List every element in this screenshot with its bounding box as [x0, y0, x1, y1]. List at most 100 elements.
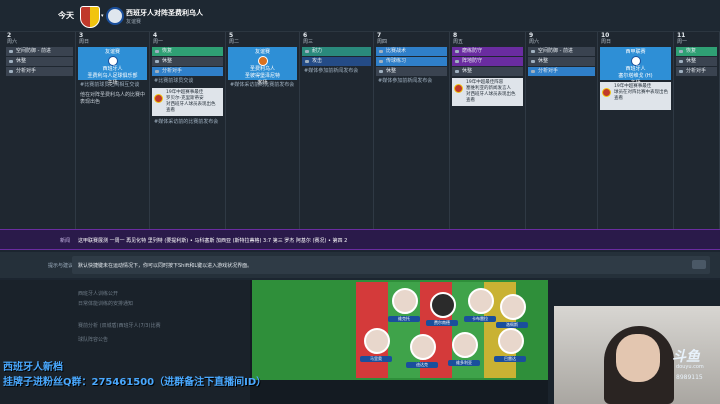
day-number: 3 — [79, 32, 84, 39]
player-label[interactable]: 维克托 — [388, 316, 420, 322]
player-avatar[interactable] — [392, 288, 418, 314]
player-avatar[interactable] — [498, 328, 524, 354]
calendar-note[interactable]: #媒体参加前新闻发布会 — [376, 77, 447, 86]
match-title[interactable]: 西班牙人对阵圣费利乌人 — [126, 8, 203, 18]
training-session-bar[interactable]: 休整 — [376, 67, 447, 76]
match-card-line: 圣费利乌人 — [249, 66, 275, 72]
match-card-line: 圣彼得堡泽尼特 — [244, 73, 280, 79]
calendar-note[interactable]: 他在对阵圣费利乌人的比赛中表现出色 — [78, 91, 147, 107]
training-session-bar[interactable]: 分析对手 — [528, 67, 595, 76]
calendar-note[interactable]: #媒体参加前新闻发布会 — [302, 67, 371, 76]
training-session-bar[interactable]: 分析对手 — [6, 67, 73, 76]
training-session-bar[interactable]: 耐力 — [302, 47, 371, 56]
list-item[interactable]: 日常体能训练的安排通知 — [78, 300, 133, 307]
calendar-note[interactable]: #媒体采访前的比赛前发布会 — [152, 118, 223, 127]
today-label[interactable]: 今天 — [58, 10, 74, 21]
calendar-day-header[interactable]: 5 周二 — [226, 32, 299, 46]
calendar-day-column: 2 周六 空间防御 - 前进 休整 分析对手 — [4, 32, 76, 229]
player-label[interactable]: 马里奥 — [360, 356, 392, 362]
news-ticker[interactable]: 新闻 这甲联赛展测 一周一 再见化特 里列特 (要提利斯) • 马科塞斯 加西亚… — [0, 229, 720, 250]
calendar-day-header[interactable]: 9 周六 — [526, 32, 597, 46]
player-label[interactable]: 费尔南德 — [426, 320, 458, 326]
calendar-day-column: 5 周二 友谊赛 圣费利乌人 圣彼得堡泽尼特 客场 #媒体采访前的比赛前发布会 — [226, 32, 300, 229]
calendar-day-column: 8 周五 磨练防守 阵地防守 休整 19年中超最佳阵容 塞维利亚的新闻发言人 对西班牙人球员表… — [450, 32, 526, 229]
training-session-bar[interactable]: 休整 — [152, 57, 223, 66]
calendar-day-header[interactable]: 11 周一 — [674, 32, 719, 46]
player-label[interactable]: 迪达克 — [406, 362, 438, 368]
calendar-day-header[interactable]: 8 周五 — [450, 32, 525, 46]
calendar-day-header[interactable]: 7 周四 — [374, 32, 449, 46]
calendar-day-header[interactable]: 3 周日 — [76, 32, 149, 46]
list-item[interactable]: 赛前分析 (双城盾)西班牙人(7/3)比赛 — [78, 322, 160, 329]
training-session-bar[interactable]: 分析对手 — [676, 67, 717, 76]
tips-dismiss-button[interactable] — [692, 260, 706, 269]
day-weekday: 周五 — [453, 39, 464, 45]
day-weekday: 周一 — [153, 39, 164, 45]
match-card-line: 圣费利乌人足球俱乐部 — [87, 73, 138, 79]
event-card[interactable]: 19年中超最佳阵容 塞维利亚的新闻发言人 对西班牙人球员表现出色 查看 — [452, 78, 523, 106]
player-label[interactable]: 卡布雷拉 — [464, 316, 496, 322]
training-calendar: 2 周六 空间防御 - 前进 休整 分析对手 3 周日 友谊赛 西班牙人 圣费利乌人足球俱乐部 主场… — [0, 32, 720, 229]
player-label[interactable]: 维多利亚 — [448, 360, 480, 366]
match-card[interactable]: 友谊赛 西班牙人 圣费利乌人足球俱乐部 主场 — [78, 47, 147, 86]
day-weekday: 周日 — [79, 39, 90, 45]
player-avatar[interactable] — [452, 332, 478, 358]
game-screen: 今天 ▾ 西班牙人对阵圣费利乌人 友谊赛 2 周六 空间防御 - 前进 休整 分析对手 3… — [0, 0, 720, 404]
news-ticker-label: 新闻 — [60, 238, 71, 244]
training-session-bar[interactable]: 磨练防守 — [452, 47, 523, 56]
calendar-header: 今天 ▾ 西班牙人对阵圣费利乌人 友谊赛 — [0, 0, 720, 32]
formation-pitch: 维克托 费尔南德 卡布雷拉 洛佩斯 马里奥 迪达克 维多利亚 巴雷达 — [252, 280, 548, 380]
match-card-line: 西班牙人 — [625, 66, 646, 72]
opponent-crest-icon — [106, 7, 124, 25]
training-session-bar[interactable]: 恢复 — [152, 47, 223, 56]
day-weekday: 周二 — [229, 39, 240, 45]
day-number: 10 — [601, 32, 610, 39]
training-session-bar[interactable]: 空间防御 - 前进 — [528, 47, 595, 56]
day-number: 6 — [303, 32, 308, 39]
training-session-bar[interactable]: 攻击 — [302, 57, 371, 66]
training-session-bar[interactable]: 休整 — [452, 67, 523, 76]
player-avatar[interactable] — [430, 292, 456, 318]
training-session-bar[interactable]: 空间防御 - 前进 — [6, 47, 73, 56]
match-card[interactable]: 西甲联赛西班牙人塞尔塔维戈 (H)主场 — [600, 47, 671, 86]
calendar-note[interactable]: #比赛前球员之间相互交谈 — [78, 81, 147, 90]
training-session-bar[interactable]: 阵地防守 — [452, 57, 523, 66]
day-weekday: 周日 — [601, 39, 612, 45]
calendar-day-header[interactable]: 10 周日 — [598, 32, 673, 46]
calendar-note[interactable]: #媒体采访前的比赛前发布会 — [228, 81, 297, 90]
list-item[interactable]: 球队阵容公告 — [78, 336, 108, 343]
streamer-face — [616, 334, 660, 382]
player-label[interactable]: 巴雷达 — [494, 356, 526, 362]
event-card[interactable]: 19年中超赛事最佳 球员在对阵比赛中表现出色 查看 — [600, 82, 671, 110]
calendar-note[interactable]: #比赛前球员交谈 — [152, 77, 223, 86]
event-crest-icon — [454, 84, 463, 93]
platform-logo: 斗鱼 — [672, 349, 700, 365]
event-card[interactable]: 19年中超赛事最佳 罗贝尔-克里斯蒂安 对西班牙人球员表现出色 查看 — [152, 88, 223, 116]
calendar-day-header[interactable]: 4 周一 — [150, 32, 225, 46]
calendar-day-column: 11 周一 恢复 休整 分析对手 — [674, 32, 720, 229]
player-avatar[interactable] — [468, 288, 494, 314]
training-session-bar[interactable]: 比赛战术 — [376, 47, 447, 56]
day-number: 8 — [453, 32, 458, 39]
club-crest-icon — [257, 56, 268, 66]
match-card[interactable]: 友谊赛 圣费利乌人 圣彼得堡泽尼特 客场 — [228, 47, 297, 86]
player-avatar[interactable] — [364, 328, 390, 354]
player-avatar[interactable] — [500, 294, 526, 320]
calendar-day-header[interactable]: 6 周三 — [300, 32, 373, 46]
training-session-bar[interactable]: 休整 — [676, 57, 717, 66]
training-session-bar[interactable]: 休整 — [6, 57, 73, 66]
player-avatar[interactable] — [410, 334, 436, 360]
list-item[interactable]: 西班牙人训练公开 — [78, 290, 118, 297]
training-session-bar[interactable]: 恢复 — [676, 47, 717, 56]
day-number: 7 — [377, 32, 382, 39]
event-card-line: 查看 — [466, 98, 475, 103]
event-crest-icon — [602, 88, 611, 97]
calendar-day-header[interactable]: 2 周六 — [4, 32, 75, 46]
training-session-bar[interactable]: 休整 — [528, 57, 595, 66]
training-session-bar[interactable]: 传球练习 — [376, 57, 447, 66]
club-crest-icon — [630, 56, 641, 66]
day-weekday: 周六 — [7, 39, 18, 45]
training-session-bar[interactable]: 分析对手 — [152, 67, 223, 76]
stream-overlay-title: 西班牙人新档 — [3, 362, 63, 373]
tips-box: 默认快捷键未在运动情况下，你可以同时按下Shift和L键以进入游戏状况界面。 — [72, 256, 710, 274]
